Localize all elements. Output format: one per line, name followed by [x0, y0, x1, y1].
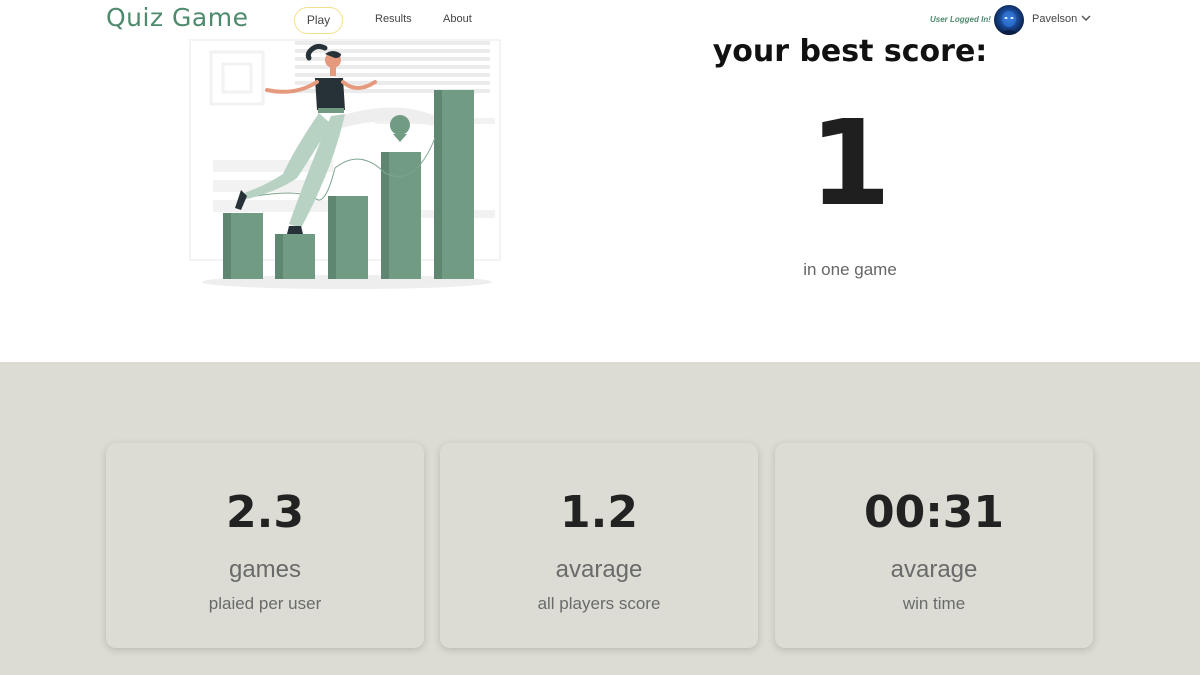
- stat-sublabel: all players score: [537, 594, 661, 613]
- avatar-image: [994, 5, 1024, 35]
- stat-label: avarage: [555, 556, 643, 583]
- stat-card-games: 2.3 games plaied per user: [106, 443, 424, 648]
- stat-value: 00:31: [863, 487, 1005, 538]
- growth-chart-illustration: [189, 39, 501, 289]
- stat-value: 2.3: [226, 487, 304, 538]
- navbar: Quiz Game Play Results About User Logged…: [0, 0, 1200, 40]
- best-score-value: 1: [808, 94, 892, 232]
- nav-results-link[interactable]: Results: [375, 13, 412, 25]
- stat-sublabel: win time: [902, 594, 966, 613]
- nav-play-button[interactable]: Play: [294, 7, 343, 34]
- stat-sublabel: plaied per user: [208, 594, 322, 613]
- stat-label: games: [228, 556, 302, 583]
- nav-about-link[interactable]: About: [443, 13, 472, 25]
- chevron-down-icon[interactable]: [1080, 13, 1092, 23]
- stat-label: avarage: [890, 556, 978, 583]
- stat-value: 1.2: [560, 487, 638, 538]
- user-avatar[interactable]: [994, 5, 1024, 35]
- best-score-title: your best score:: [700, 34, 1000, 69]
- stat-card-average-score: 1.2 avarage all players score: [440, 443, 758, 648]
- brand-logo[interactable]: Quiz Game: [106, 3, 248, 32]
- best-score-subtitle: in one game: [803, 260, 897, 279]
- stat-card-win-time: 00:31 avarage win time: [775, 443, 1093, 648]
- username-label[interactable]: Pavelson: [1032, 13, 1077, 25]
- best-score-title-text: your best score:: [712, 34, 988, 69]
- stats-section: 2.3 games plaied per user 1.2 avarage al…: [0, 362, 1200, 675]
- login-status-text: User Logged In!: [930, 15, 991, 24]
